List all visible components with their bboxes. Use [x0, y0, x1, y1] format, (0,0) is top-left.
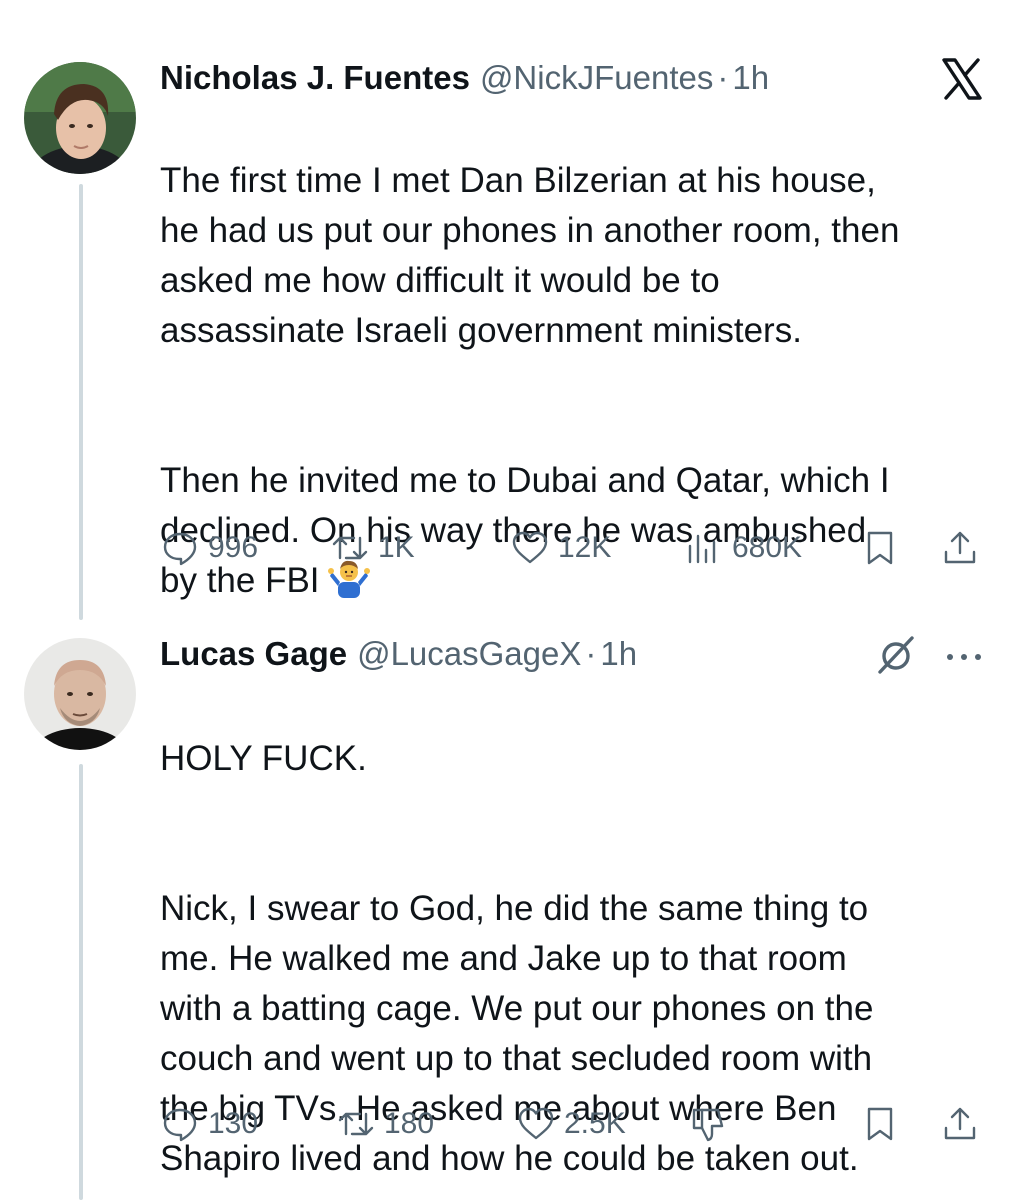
tweet-header-1: Nicholas J. Fuentes @NickJFuentes · 1h: [160, 56, 769, 100]
more-options-icon[interactable]: [944, 652, 984, 662]
thumbs-down-icon: [692, 1108, 724, 1142]
views-count: 680K: [732, 531, 803, 564]
separator-dot: ·: [717, 59, 729, 96]
tweet-actions-1: 996 1K 12K 680K: [160, 520, 990, 576]
like-count: 12K: [558, 531, 612, 564]
heart-icon: [512, 531, 548, 564]
repost-button[interactable]: 180: [336, 1096, 434, 1152]
dislike-button[interactable]: [688, 1096, 728, 1152]
repost-count: 1K: [378, 531, 415, 564]
separator-dot: ·: [585, 635, 597, 672]
reply-icon: [163, 1108, 197, 1142]
x-logo-icon[interactable]: [940, 58, 984, 100]
repost-count: 180: [384, 1107, 435, 1140]
thread-line-bottom: [79, 764, 83, 1200]
tweet-actions-2: 130 180 2.5K: [160, 1096, 990, 1152]
repost-button[interactable]: 1K: [330, 520, 415, 576]
bookmark-icon: [867, 1107, 893, 1141]
share-button[interactable]: [940, 1096, 980, 1152]
author-handle[interactable]: @LucasGageX: [357, 632, 581, 676]
bookmark-button[interactable]: [860, 1096, 900, 1152]
heart-icon: [518, 1107, 554, 1140]
tweet-paragraph: The first time I met Dan Bilzerian at hi…: [160, 161, 900, 350]
reply-button[interactable]: 996: [160, 520, 258, 576]
author-name[interactable]: Lucas Gage: [160, 632, 347, 676]
reply-icon: [163, 532, 197, 566]
reply-button[interactable]: 130: [160, 1096, 258, 1152]
bookmark-button[interactable]: [860, 520, 900, 576]
share-button[interactable]: [940, 520, 980, 576]
like-button[interactable]: 12K: [510, 520, 611, 576]
repost-icon: [338, 1112, 374, 1136]
repost-icon: [332, 536, 368, 560]
thread-line-top: [79, 184, 83, 620]
tweet-header-2: Lucas Gage @LucasGageX · 1h: [160, 632, 637, 676]
reply-count: 996: [208, 531, 259, 564]
like-count: 2.5K: [564, 1107, 626, 1140]
reply-count: 130: [208, 1107, 259, 1140]
views-icon: [688, 534, 716, 564]
like-button[interactable]: 2.5K: [516, 1096, 626, 1152]
post-time[interactable]: 1h: [600, 632, 637, 676]
share-icon: [944, 1107, 976, 1140]
share-icon: [944, 531, 976, 564]
author-handle[interactable]: @NickJFuentes: [480, 56, 713, 100]
post-time[interactable]: 1h: [732, 56, 769, 100]
avatar-lucas[interactable]: [24, 638, 136, 750]
bookmark-icon: [867, 531, 893, 565]
author-name[interactable]: Nicholas J. Fuentes: [160, 56, 470, 100]
views-button[interactable]: 680K: [684, 520, 802, 576]
grok-icon[interactable]: [876, 634, 916, 676]
avatar-nick[interactable]: [24, 62, 136, 174]
tweet-paragraph: HOLY FUCK.: [160, 739, 367, 778]
